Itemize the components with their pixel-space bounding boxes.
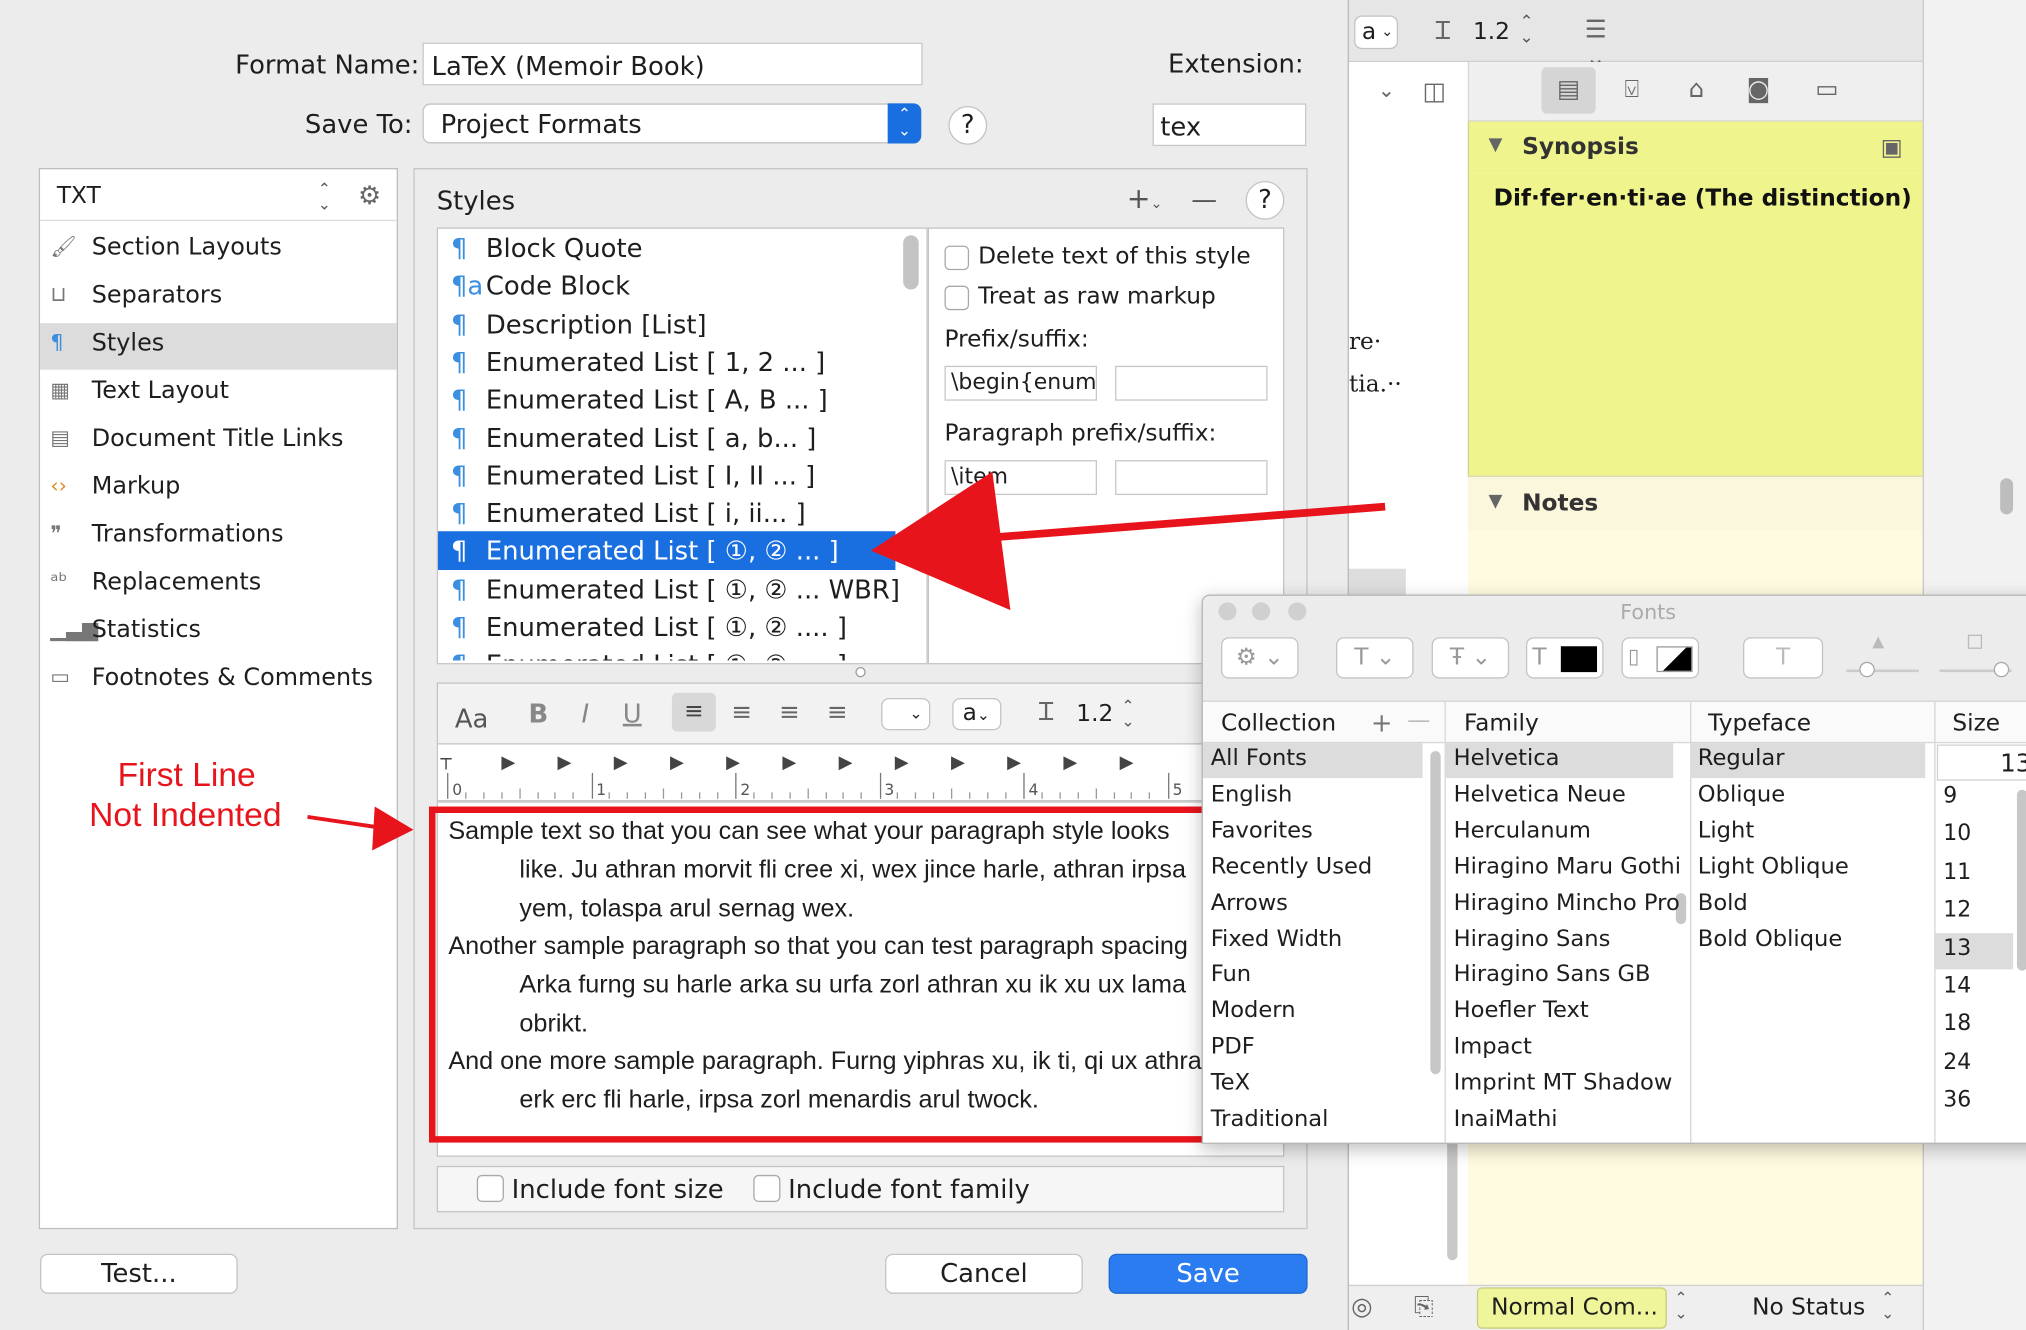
big-arrow-line bbox=[955, 502, 1386, 545]
annotation-arrows bbox=[307, 471, 1386, 851]
screen: a ⌄ Ꮖ 1.2 ⌃ ⌄ ☰ ⌄ ⌄ ◫ re· tia.·· ▤ ⍌ ⌂ ◙ ▭… bbox=[0, 0, 2026, 1330]
small-arrow-head bbox=[372, 806, 414, 851]
small-arrow-line bbox=[307, 814, 378, 830]
big-arrow-head bbox=[870, 471, 1011, 611]
